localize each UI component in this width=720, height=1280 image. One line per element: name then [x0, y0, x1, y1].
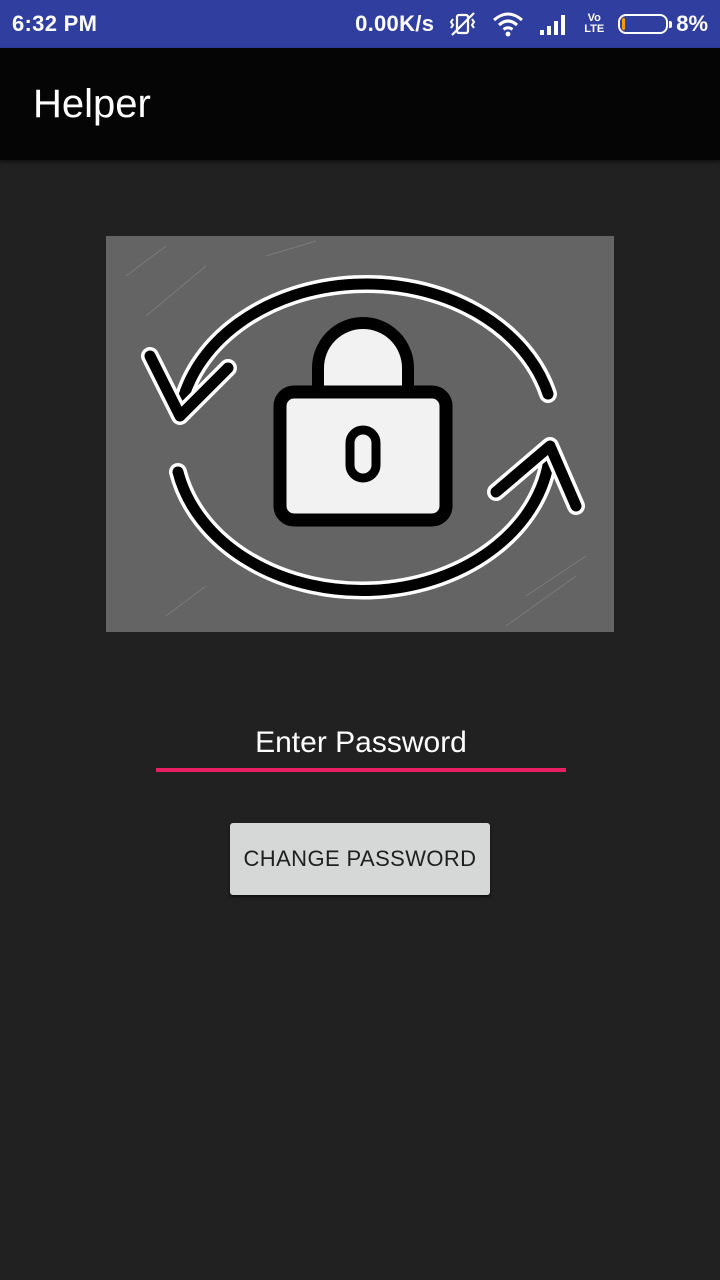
- battery-fill: [622, 18, 626, 30]
- signal-icon: [538, 11, 570, 37]
- volte-bottom-label: LTE: [584, 23, 605, 35]
- change-password-button[interactable]: CHANGE PASSWORD: [230, 823, 490, 895]
- app-title: Helper: [33, 81, 151, 126]
- status-time: 6:32 PM: [12, 11, 98, 36]
- vibrate-icon: [448, 10, 478, 38]
- status-bar: 6:32 PM 0.00K/s Vo LTE 8%: [0, 0, 720, 48]
- app-bar: Helper: [0, 48, 720, 160]
- password-field[interactable]: [156, 718, 566, 774]
- network-speed: 0.00K/s: [355, 11, 435, 36]
- battery-icon: [618, 14, 673, 34]
- battery-indicator: 8%: [618, 11, 708, 37]
- lock-refresh-icon: [106, 236, 614, 632]
- password-input[interactable]: [156, 718, 566, 768]
- volte-icon: Vo LTE: [584, 13, 604, 35]
- wifi-icon: [492, 11, 524, 37]
- battery-percent: 8%: [676, 11, 708, 36]
- status-right-group: 0.00K/s Vo LTE 8%: [355, 0, 708, 48]
- password-field-underline: [156, 768, 566, 772]
